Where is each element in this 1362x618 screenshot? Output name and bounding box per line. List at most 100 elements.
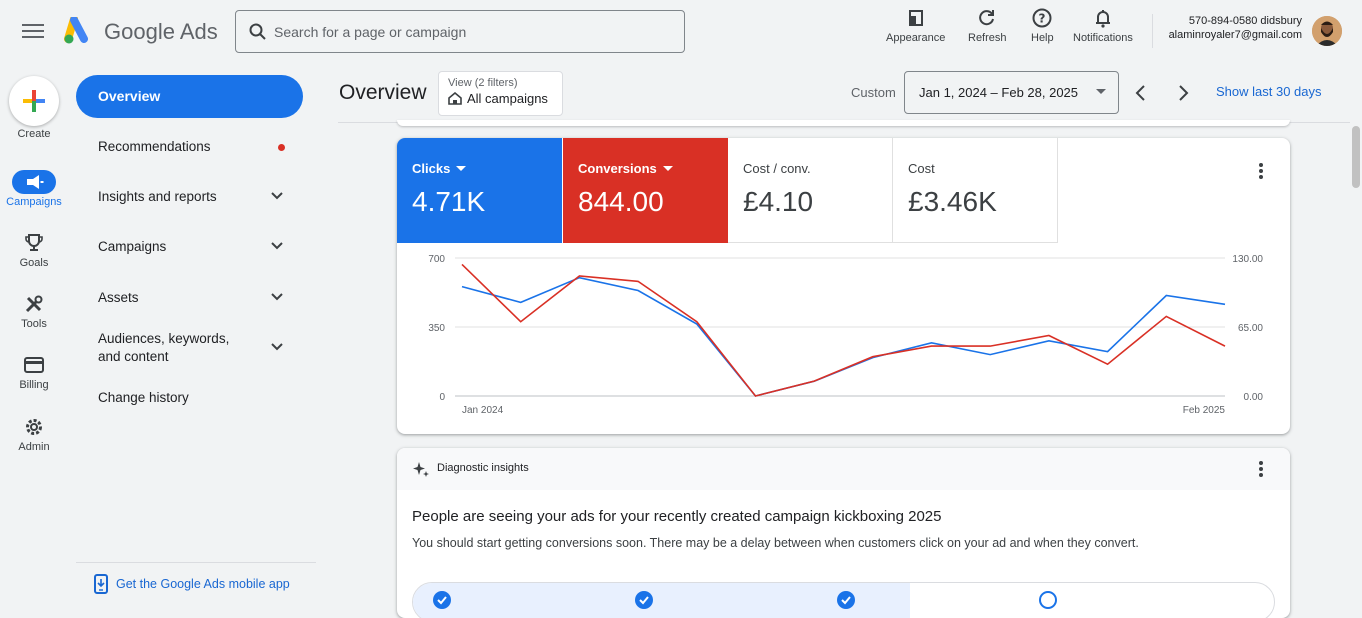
- diagnostic-subtitle: You should start getting conversions soo…: [412, 536, 1139, 550]
- more-options-icon[interactable]: [1251, 161, 1271, 181]
- x-tick-label: Jan 2024: [462, 405, 504, 416]
- dropdown-arrow-icon: [1096, 89, 1106, 94]
- search-icon: [249, 23, 266, 40]
- appearance-label: Appearance: [886, 32, 946, 44]
- date-range-value: Jan 1, 2024 – Feb 28, 2025: [919, 85, 1079, 100]
- nav-label: Change history: [98, 390, 189, 405]
- nav-item-assets[interactable]: Assets: [76, 289, 303, 307]
- metric-conversions[interactable]: Conversions 844.00: [563, 138, 728, 243]
- search-input[interactable]: [274, 19, 674, 44]
- performance-chart-card: Clicks 4.71K Conversions 844.00 Cost / c…: [397, 138, 1290, 434]
- nav-item-change-history[interactable]: Change history: [76, 389, 303, 407]
- scrollbar-thumb[interactable]: [1352, 126, 1360, 188]
- y-right-tick-label: 0.00: [1244, 392, 1264, 403]
- view-filter-button[interactable]: View (2 filters) All campaigns: [438, 71, 563, 116]
- create-button[interactable]: [9, 76, 59, 126]
- y-right-tick-label: 65.00: [1238, 323, 1263, 334]
- metric-cost-per-conv[interactable]: Cost / conv. £4.10: [728, 138, 893, 243]
- nav-item-insights-and-reports[interactable]: Insights and reports: [76, 188, 303, 206]
- nav-label: Assets: [98, 290, 139, 305]
- step-complete-icon: [837, 591, 855, 609]
- credit-card-icon: [12, 353, 56, 377]
- bell-icon: [1095, 10, 1110, 28]
- mobile-app-label: Get the Google Ads mobile app: [116, 577, 290, 591]
- notification-dot: [278, 144, 285, 151]
- rail-label-billing: Billing: [19, 379, 49, 391]
- google-ads-logo: [64, 17, 88, 44]
- chevron-down-icon: [271, 242, 283, 250]
- gear-icon: [12, 415, 56, 439]
- y-left-tick-label: 350: [428, 323, 445, 334]
- more-options-icon[interactable]: [1251, 459, 1271, 479]
- step-complete-icon: [635, 591, 653, 609]
- nav-label: Recommendations: [98, 139, 211, 154]
- help-button[interactable]: ? Help: [1031, 8, 1054, 44]
- notifications-button[interactable]: Notifications: [1073, 8, 1133, 44]
- metric-value: £3.46K: [908, 186, 997, 217]
- avatar[interactable]: [1312, 16, 1342, 46]
- nav-label: Insights and reports: [98, 189, 217, 204]
- trophy-icon: [12, 231, 56, 255]
- metric-label: Clicks: [412, 161, 451, 176]
- page-title: Overview: [339, 81, 427, 104]
- sparkle-icon: [413, 462, 429, 477]
- dropdown-arrow-icon: [456, 166, 467, 171]
- account-id: 570-894-0580 didsbury: [1188, 15, 1302, 27]
- y-left-tick-label: 700: [428, 254, 445, 265]
- account-switcher[interactable]: 570-894-0580 didsbury alaminroyaler7@gma…: [1152, 14, 1302, 48]
- rail-label-tools: Tools: [21, 318, 47, 330]
- card-edge: [397, 120, 1290, 126]
- account-email: alaminroyaler7@gmail.com: [1168, 29, 1302, 41]
- view-filter-value: All campaigns: [467, 91, 548, 106]
- chevron-down-icon: [271, 343, 283, 351]
- nav-item-recommendations[interactable]: Recommendations: [76, 138, 303, 156]
- chevron-left-icon[interactable]: [1130, 82, 1152, 104]
- help-label: Help: [1031, 32, 1054, 44]
- rail-item-billing[interactable]: Billing: [0, 353, 68, 391]
- nav-item-audiences[interactable]: Audiences, keywords, and content: [76, 330, 303, 366]
- metric-clicks[interactable]: Clicks 4.71K: [397, 138, 562, 243]
- main-menu-icon[interactable]: [22, 21, 44, 41]
- metric-label: Conversions: [578, 161, 657, 176]
- rail-item-campaigns[interactable]: Campaigns: [0, 170, 68, 208]
- notifications-label: Notifications: [1073, 32, 1133, 44]
- rail-item-goals[interactable]: Goals: [0, 231, 68, 269]
- left-rail: Create Campaigns Goals Tools Billing Adm…: [0, 64, 68, 605]
- store-icon: [448, 92, 462, 105]
- diagnostic-header: Diagnostic insights: [397, 448, 1290, 490]
- show-last-30-days-link[interactable]: Show last 30 days: [1216, 84, 1322, 99]
- nav-item-overview[interactable]: Overview: [76, 75, 303, 118]
- diagnostic-progress: [412, 582, 1275, 618]
- rail-item-admin[interactable]: Admin: [0, 415, 68, 453]
- view-filter-label: View (2 filters): [448, 77, 518, 89]
- scrollbar[interactable]: [1350, 64, 1362, 605]
- dropdown-arrow-icon: [662, 166, 673, 171]
- metric-label: Cost: [908, 161, 935, 176]
- date-range-picker[interactable]: Jan 1, 2024 – Feb 28, 2025: [904, 71, 1119, 114]
- phone-download-icon: [94, 574, 108, 594]
- refresh-icon: [979, 10, 995, 26]
- svg-text:?: ?: [1039, 12, 1046, 26]
- main-content: Overview View (2 filters) All campaigns …: [338, 64, 1350, 618]
- nav-label: Campaigns: [98, 239, 167, 254]
- refresh-button[interactable]: Refresh: [968, 8, 1007, 44]
- chevron-right-icon[interactable]: [1172, 82, 1194, 104]
- appearance-button[interactable]: Appearance: [886, 8, 945, 44]
- nav-item-campaigns[interactable]: Campaigns: [76, 238, 303, 256]
- diagnostic-insights-card: Diagnostic insights People are seeing yo…: [397, 448, 1290, 618]
- diagnostic-header-label: Diagnostic insights: [437, 462, 529, 474]
- chevron-down-icon: [271, 192, 283, 200]
- rail-label-admin: Admin: [18, 441, 50, 453]
- series-line-conversions: [461, 263, 1226, 397]
- metric-value: £4.10: [743, 186, 814, 217]
- search-box[interactable]: [235, 10, 685, 53]
- megaphone-icon: [12, 170, 56, 194]
- metric-cost[interactable]: Cost £3.46K: [893, 138, 1058, 243]
- rail-item-tools[interactable]: Tools: [0, 292, 68, 330]
- rail-label-goals: Goals: [19, 257, 49, 269]
- mobile-app-link[interactable]: Get the Google Ads mobile app: [94, 574, 290, 594]
- y-left-tick-label: 0: [439, 392, 445, 403]
- y-right-tick-label: 130.00: [1232, 254, 1263, 265]
- side-nav: Overview Recommendations Insights and re…: [76, 64, 316, 605]
- refresh-label: Refresh: [968, 32, 1007, 44]
